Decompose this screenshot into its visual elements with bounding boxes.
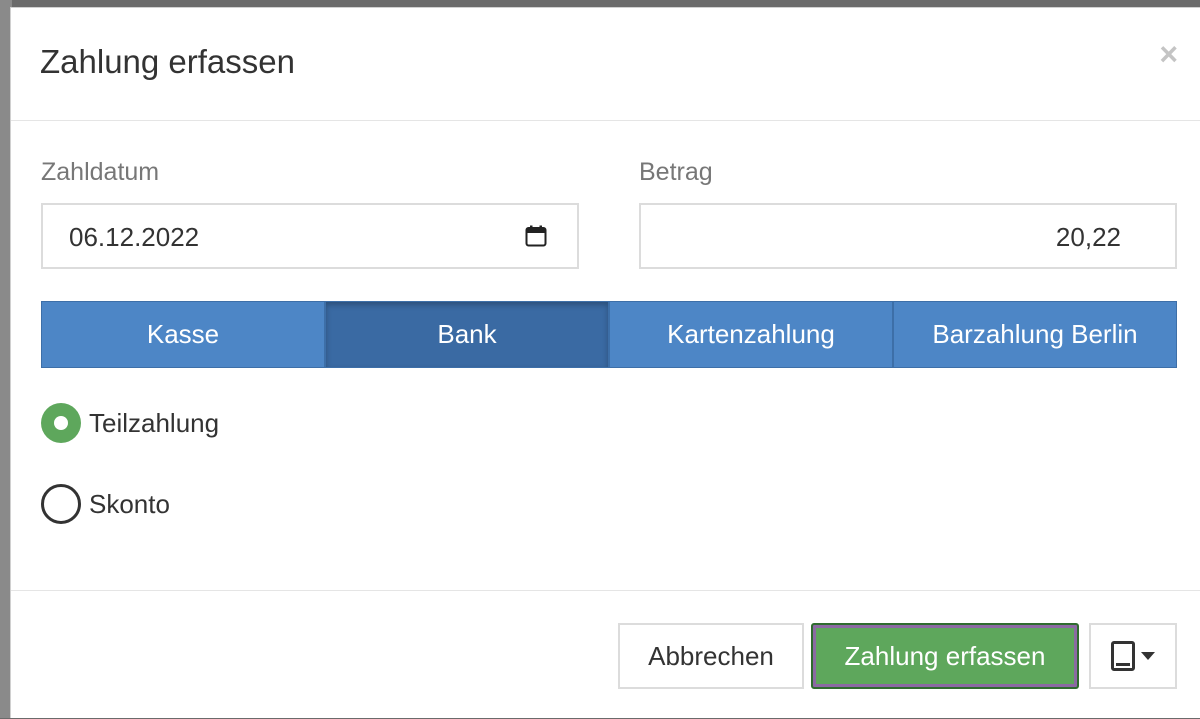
date-input[interactable]: 06.12.2022: [41, 203, 579, 269]
radio-unchecked-icon[interactable]: [41, 484, 81, 524]
payment-dialog: Zahlung erfassen × Zahldatum 06.12.2022 …: [10, 7, 1200, 718]
date-label: Zahldatum: [41, 158, 160, 186]
payment-method-kartenzahlung[interactable]: Kartenzahlung: [609, 301, 893, 368]
payment-method-kasse[interactable]: Kasse: [41, 301, 325, 368]
calendar-icon[interactable]: [525, 225, 547, 247]
payment-method-selector: Kasse Bank Kartenzahlung Barzahlung Berl…: [41, 301, 1177, 368]
device-dropdown-button[interactable]: [1089, 623, 1177, 689]
date-value: 06.12.2022: [69, 222, 200, 252]
radio-teilzahlung-label: Teilzahlung: [89, 407, 220, 438]
amount-label: Betrag: [639, 158, 713, 186]
radio-skonto[interactable]: Skonto: [41, 484, 170, 524]
payment-method-bank[interactable]: Bank: [325, 301, 609, 368]
radio-checked-icon[interactable]: [41, 403, 81, 443]
tablet-icon: [1111, 641, 1135, 671]
dialog-footer: Abbrechen Zahlung erfassen: [11, 590, 1200, 719]
submit-payment-button[interactable]: Zahlung erfassen: [811, 623, 1079, 689]
radio-skonto-label: Skonto: [89, 488, 170, 519]
dialog-header: Zahlung erfassen ×: [11, 8, 1200, 121]
cancel-button[interactable]: Abbrechen: [618, 623, 804, 689]
amount-value: 20,22: [1055, 222, 1121, 252]
dialog-title: Zahlung erfassen: [40, 43, 295, 80]
caret-down-icon: [1141, 652, 1155, 660]
radio-teilzahlung[interactable]: Teilzahlung: [41, 403, 219, 443]
close-icon[interactable]: ×: [1159, 38, 1178, 70]
payment-method-barzahlung-berlin[interactable]: Barzahlung Berlin: [893, 301, 1177, 368]
amount-input[interactable]: 20,22: [639, 203, 1177, 269]
